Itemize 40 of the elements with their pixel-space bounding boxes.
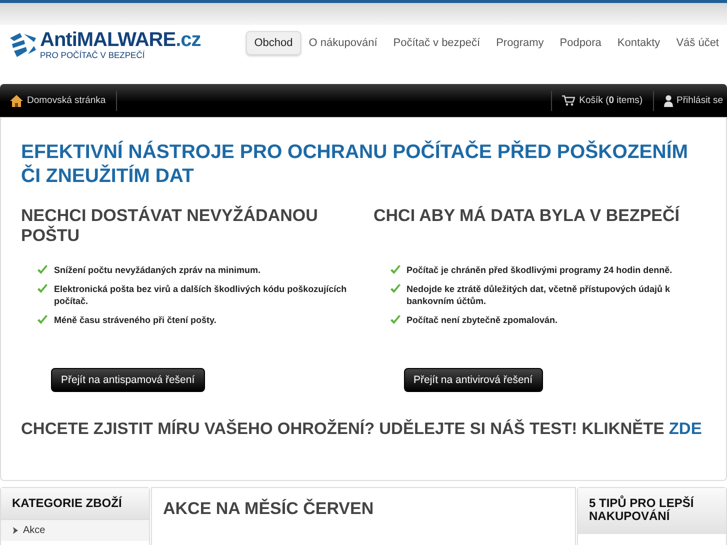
check-icon — [37, 265, 48, 275]
nav-link[interactable]: Obchod — [246, 31, 301, 55]
section-title: CHCI ABY MÁ DATA BYLA V BEZPEČÍ — [374, 206, 681, 227]
check-icon — [37, 315, 48, 325]
cart-link[interactable]: Košík (0 items) — [579, 95, 643, 106]
user-icon — [664, 94, 673, 106]
benefit-text: Méně času stráveného při čtení pošty. — [54, 314, 216, 326]
check-icon — [37, 284, 48, 294]
check-icon — [390, 284, 400, 294]
benefit-text: Počítač není zbytečně zpomalován. — [406, 314, 558, 326]
chevron-icon — [13, 527, 18, 534]
headline: EFEKTIVNÍ NÁSTROJE PRO OCHRANU POČÍTAČE PŘED POŠKOZENÍM ČI ZNEUŽITÍM DAT — [21, 140, 690, 188]
category-item[interactable]: Akce — [1, 519, 149, 541]
logo-tagline: PRO POČÍTAČ V BEZPEČÍ — [40, 51, 146, 60]
home-icon — [10, 94, 23, 106]
benefit-text: Počítač je chráněn před škodlivými programy 24 hodin denně. — [406, 264, 672, 276]
home-link[interactable]: Domovská stránka — [27, 95, 106, 106]
here-link[interactable]: ZDE — [668, 420, 702, 438]
test-call-to-action: CHCETE ZJISTIT MÍRU VAŠEHO OHROŽENÍ? UDĚLEJTE SI NÁŠ TEST! KLIKNĚTE ZDE — [21, 420, 703, 439]
nav-link[interactable]: O nákupování — [300, 31, 386, 55]
nav-link[interactable]: Váš účet — [668, 31, 727, 55]
check-icon — [390, 315, 400, 325]
category-label: Akce — [23, 525, 46, 536]
benefit-text: Elektronická pošta bez virů a dalších škodlivých kódu poškozujících počítač. — [54, 283, 348, 307]
tips-header: 5 TIPŮ PRO LEPŠÍ NAKUPOVÁNÍ — [578, 488, 726, 534]
solution-button[interactable]: Přejít na antispamová řešení — [51, 368, 205, 392]
section-title: NECHCI DOSTÁVAT NEVYŽÁDANOU POŠTU — [21, 206, 319, 246]
solution-button[interactable]: Přejít na antivirová řešení — [404, 368, 543, 392]
content-title: AKCE NA MĚSÍC ČERVEN — [163, 499, 375, 519]
nav-link[interactable]: Podpora — [552, 31, 610, 55]
login-link[interactable]: Přihlásit se — [676, 95, 723, 106]
benefit-text: Nedojde ke ztrátě důležitých dat, včetně přístupových údajů k bankovním účtům. — [406, 283, 672, 307]
category-header: KATEGORIE ZBOŽÍ — [1, 488, 149, 519]
nav-link[interactable]: Programy — [488, 31, 552, 55]
benefit-text: Snížení počtu nevyžádaných zpráv na minimum. — [54, 264, 261, 276]
nav-link[interactable]: Kontakty — [609, 31, 668, 55]
logo-wordmark[interactable]: AntiMALWARE.cz — [40, 29, 201, 51]
cart-icon — [562, 95, 576, 106]
nav-link[interactable]: Počítač v bezpečí — [385, 31, 488, 55]
check-icon — [390, 265, 400, 275]
